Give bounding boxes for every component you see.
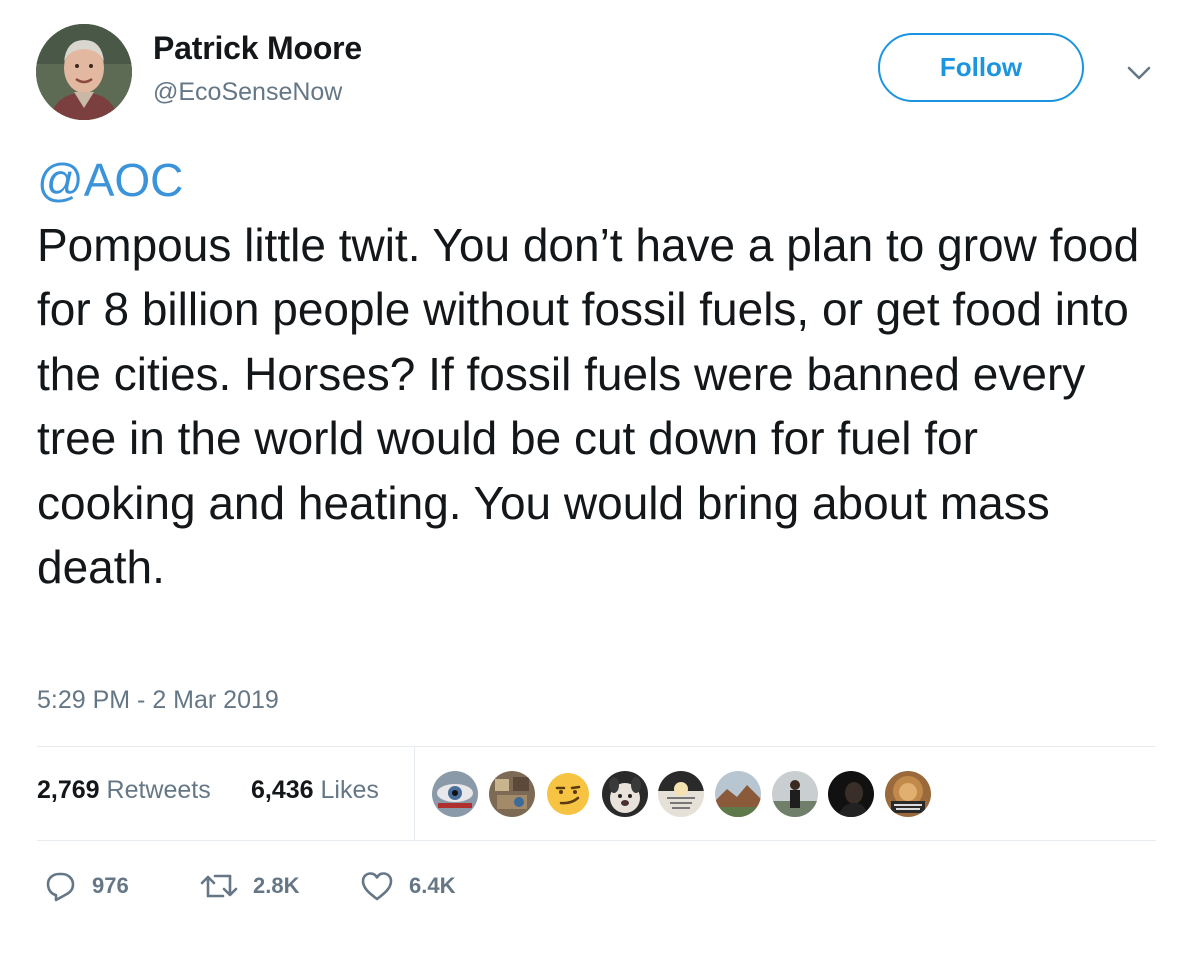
liker-avatar-lion[interactable]: [885, 771, 931, 817]
reply-count: 976: [92, 873, 129, 898]
chevron-down-icon: [1127, 66, 1151, 80]
author-avatar-image: [36, 24, 132, 120]
liker-avatar-landscape[interactable]: [715, 771, 761, 817]
likes-label: Likes: [320, 776, 379, 804]
liker-avatar-emoji[interactable]: [545, 771, 591, 817]
like-button[interactable]: 6.4K: [359, 868, 455, 904]
eye-photo-avatar-icon: [432, 771, 478, 817]
reply-button[interactable]: 976: [42, 868, 129, 904]
smirk-emoji-avatar-icon: [545, 771, 591, 817]
collage-avatar-icon: [489, 771, 535, 817]
liker-avatar-person[interactable]: [772, 771, 818, 817]
follow-button[interactable]: Follow: [878, 33, 1084, 102]
tweet-text: Pompous little twit. You don’t have a pl…: [37, 218, 1140, 594]
heart-icon: [361, 872, 393, 901]
liker-avatar-eye[interactable]: [432, 771, 478, 817]
retweet-count: 2.8K: [253, 873, 300, 898]
author-name[interactable]: Patrick Moore: [153, 30, 362, 67]
stats-divider-top: [37, 746, 1156, 747]
lion-avatar-icon: [885, 771, 931, 817]
author-avatar[interactable]: [36, 24, 132, 120]
more-options-caret[interactable]: [1124, 58, 1154, 88]
tweet-timestamp[interactable]: 5:29 PM - 2 Mar 2019: [37, 686, 279, 715]
retweets-count: 2,769: [37, 776, 100, 804]
dog-avatar-icon: [602, 771, 648, 817]
likes-stat[interactable]: 6,436 Likes: [251, 776, 379, 805]
liker-avatar-dark[interactable]: [828, 771, 874, 817]
author-handle[interactable]: @EcoSenseNow: [153, 78, 342, 107]
stats-divider-bottom: [37, 840, 1156, 841]
retweet-icon: [200, 874, 238, 898]
retweets-stat[interactable]: 2,769 Retweets: [37, 776, 211, 805]
liker-avatar-quote[interactable]: [658, 771, 704, 817]
liker-avatar-collage[interactable]: [489, 771, 535, 817]
reply-icon: [46, 872, 75, 902]
retweet-button[interactable]: 2.8K: [199, 868, 299, 904]
tweet-body: @AOC Pompous little twit. You don’t have…: [37, 148, 1147, 600]
likes-count: 6,436: [251, 776, 314, 804]
person-outdoors-avatar-icon: [772, 771, 818, 817]
retweets-label: Retweets: [106, 776, 211, 804]
landscape-avatar-icon: [715, 771, 761, 817]
dark-portrait-avatar-icon: [828, 771, 874, 817]
stats-divider-vertical: [414, 746, 415, 840]
like-count: 6.4K: [409, 873, 456, 898]
text-quote-avatar-icon: [658, 771, 704, 817]
mention-link[interactable]: @AOC: [37, 148, 1147, 213]
liker-avatar-dog[interactable]: [602, 771, 648, 817]
